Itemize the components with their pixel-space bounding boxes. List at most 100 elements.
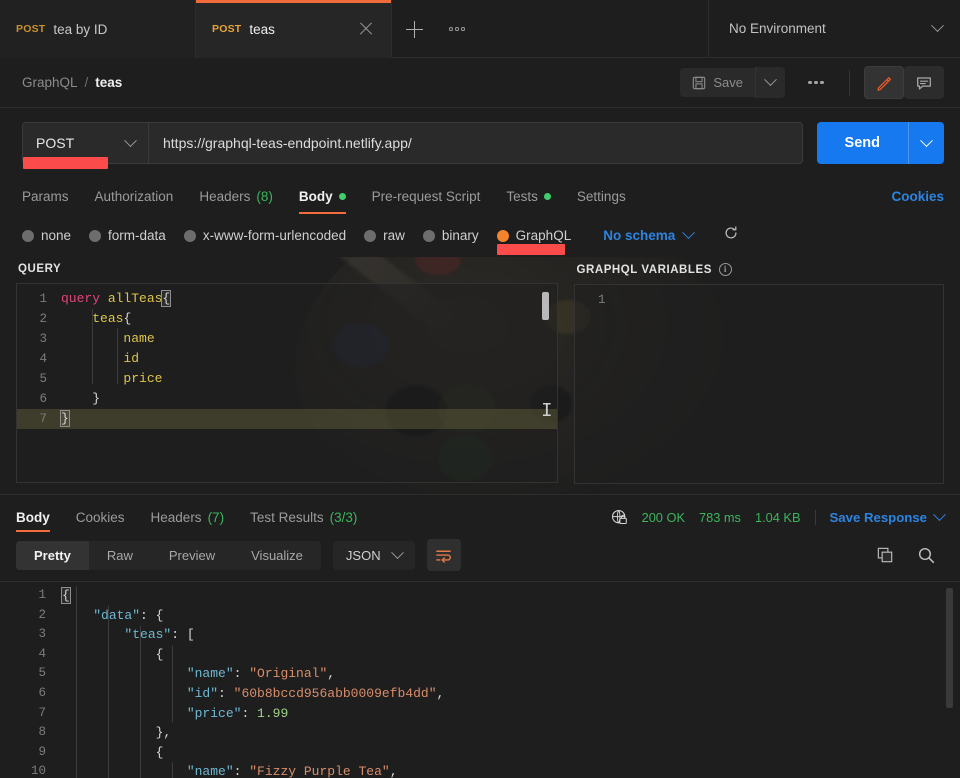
token-punct: : [ bbox=[171, 627, 195, 643]
tab-body[interactable]: Body bbox=[298, 178, 346, 214]
token-punct: , bbox=[327, 666, 336, 682]
edit-pencil-button[interactable] bbox=[864, 66, 904, 99]
response-vertical-scrollbar[interactable] bbox=[946, 588, 953, 708]
response-status-group: 200 OK 783 ms 1.04 KB Save Response bbox=[611, 507, 946, 526]
response-body-viewer[interactable]: 1 { 2 "data": { 3 "teas": [ 4 {5 "name"… bbox=[0, 581, 960, 778]
close-icon[interactable] bbox=[357, 20, 375, 38]
response-tab-headers[interactable]: Headers (7) bbox=[151, 495, 225, 539]
body-type-raw[interactable]: raw bbox=[364, 228, 405, 243]
copy-icon[interactable] bbox=[876, 546, 895, 565]
code-line-active: 7 } bbox=[17, 409, 558, 429]
response-tab-cookies[interactable]: Cookies bbox=[76, 495, 125, 539]
tab-pre-request-script[interactable]: Pre-request Script bbox=[372, 178, 481, 214]
environment-selector[interactable]: No Environment bbox=[708, 0, 960, 57]
line-content: }, bbox=[62, 725, 172, 741]
cookies-link[interactable]: Cookies bbox=[891, 189, 944, 204]
tab-label: Test Results bbox=[250, 509, 324, 525]
body-type-graphql[interactable]: GraphQL bbox=[496, 228, 571, 255]
body-type-label: form-data bbox=[108, 228, 166, 243]
request-more-options-button[interactable] bbox=[797, 67, 835, 98]
save-response-button[interactable]: Save Response bbox=[814, 507, 946, 525]
chevron-down-icon bbox=[920, 133, 933, 147]
body-type-x-www-form-urlencoded[interactable]: x-www-form-urlencoded bbox=[183, 228, 347, 243]
chevron-down-icon bbox=[124, 133, 137, 147]
view-mode-raw[interactable]: Raw bbox=[89, 541, 151, 570]
body-type-form-data[interactable]: form-data bbox=[89, 228, 166, 243]
query-editor-scrollbar[interactable] bbox=[542, 292, 550, 320]
tab-options-ellipsis-icon[interactable] bbox=[436, 0, 478, 58]
radio-icon bbox=[183, 229, 196, 242]
breadcrumb-actions: Save bbox=[680, 66, 944, 99]
search-icon[interactable] bbox=[917, 546, 936, 565]
postman-window: Created by Paint S POST tea by ID POST t… bbox=[0, 0, 960, 778]
line-number: 8 bbox=[38, 725, 46, 740]
code-line: 4 id bbox=[17, 349, 557, 369]
json-line: 8 }, bbox=[0, 723, 960, 743]
token-string: "60b8bccd956abb0009efb4dd" bbox=[233, 685, 437, 701]
view-mode-visualize[interactable]: Visualize bbox=[233, 541, 321, 570]
line-number: 1 bbox=[39, 292, 47, 306]
body-type-none[interactable]: none bbox=[22, 228, 71, 243]
save-options-button[interactable] bbox=[755, 67, 785, 98]
refresh-icon bbox=[725, 226, 737, 239]
tab-authorization[interactable]: Authorization bbox=[95, 178, 174, 214]
body-type-binary[interactable]: binary bbox=[422, 228, 479, 243]
view-mode-pretty[interactable]: Pretty bbox=[16, 540, 89, 570]
word-wrap-button[interactable] bbox=[426, 539, 461, 571]
query-code: 1 query allTeas{ 2 teas{ 3 name 4 id 5 p… bbox=[17, 284, 558, 429]
line-number: 6 bbox=[38, 685, 46, 700]
token-key: "name" bbox=[186, 764, 234, 778]
method-selector[interactable]: POST bbox=[22, 122, 148, 169]
schema-selector[interactable]: No schema bbox=[603, 226, 696, 243]
send-button[interactable]: Send bbox=[816, 122, 908, 164]
token-keyword: query bbox=[61, 291, 108, 306]
tab-params[interactable]: Params bbox=[22, 178, 69, 214]
body-type-label: x-www-form-urlencoded bbox=[202, 228, 347, 243]
response-tab-body[interactable]: Body bbox=[16, 495, 50, 539]
tab-tests[interactable]: Tests bbox=[506, 178, 551, 214]
info-icon[interactable]: i bbox=[718, 263, 732, 276]
breadcrumb-collection[interactable]: GraphQL bbox=[22, 75, 78, 90]
plus-icon[interactable] bbox=[392, 0, 436, 58]
request-tab-teas[interactable]: POST teas bbox=[196, 0, 392, 58]
tab-label: Headers bbox=[150, 509, 202, 525]
save-response-label: Save Response bbox=[829, 509, 928, 525]
modified-dot-icon bbox=[543, 192, 551, 200]
tab-headers[interactable]: Headers (8) bbox=[199, 178, 273, 214]
line-number: 2 bbox=[39, 312, 47, 326]
line-content: "data": { bbox=[62, 606, 163, 626]
token-brace: } bbox=[92, 391, 101, 406]
line-content: teas{ bbox=[61, 309, 131, 329]
breadcrumb-request-name[interactable]: teas bbox=[95, 75, 122, 90]
token-key: "teas" bbox=[124, 627, 172, 643]
refresh-schema-button[interactable] bbox=[723, 225, 739, 246]
send-options-button[interactable] bbox=[908, 122, 944, 164]
url-input[interactable]: https://graphql-teas-endpoint.netlify.ap… bbox=[148, 122, 803, 164]
line-content: name bbox=[61, 329, 154, 349]
request-tab-tea-by-id[interactable]: POST tea by ID bbox=[0, 0, 196, 58]
breadcrumb-separator: / bbox=[84, 75, 89, 90]
query-pane-title: QUERY bbox=[18, 263, 62, 275]
line-number: 7 bbox=[38, 705, 46, 720]
tab-label: Settings bbox=[576, 188, 626, 204]
response-tab-test-results[interactable]: Test Results (3/3) bbox=[250, 495, 357, 539]
variables-editor[interactable]: 1 bbox=[574, 284, 944, 484]
query-editor[interactable]: 1 query allTeas{ 2 teas{ 3 name 4 id 5 p… bbox=[16, 283, 559, 483]
floppy-disk-icon bbox=[693, 76, 706, 89]
response-time: 783 ms bbox=[698, 509, 741, 525]
tab-settings[interactable]: Settings bbox=[577, 178, 626, 214]
token-key: "data" bbox=[93, 607, 141, 623]
token-brace: } bbox=[60, 410, 70, 427]
json-line: 3 "teas": [ bbox=[0, 625, 960, 645]
line-number: 4 bbox=[38, 646, 46, 661]
token-string: "Original" bbox=[249, 666, 328, 682]
comment-button[interactable] bbox=[904, 66, 944, 99]
response-format-selector[interactable]: JSON bbox=[332, 540, 415, 570]
tab-count: (8) bbox=[256, 188, 273, 204]
tab-method-label: POST bbox=[212, 23, 242, 35]
tab-method-label: POST bbox=[16, 23, 46, 35]
json-line: 5 "name": "Original", bbox=[0, 664, 960, 684]
save-button[interactable]: Save bbox=[680, 68, 755, 97]
view-mode-preview[interactable]: Preview bbox=[151, 541, 233, 570]
